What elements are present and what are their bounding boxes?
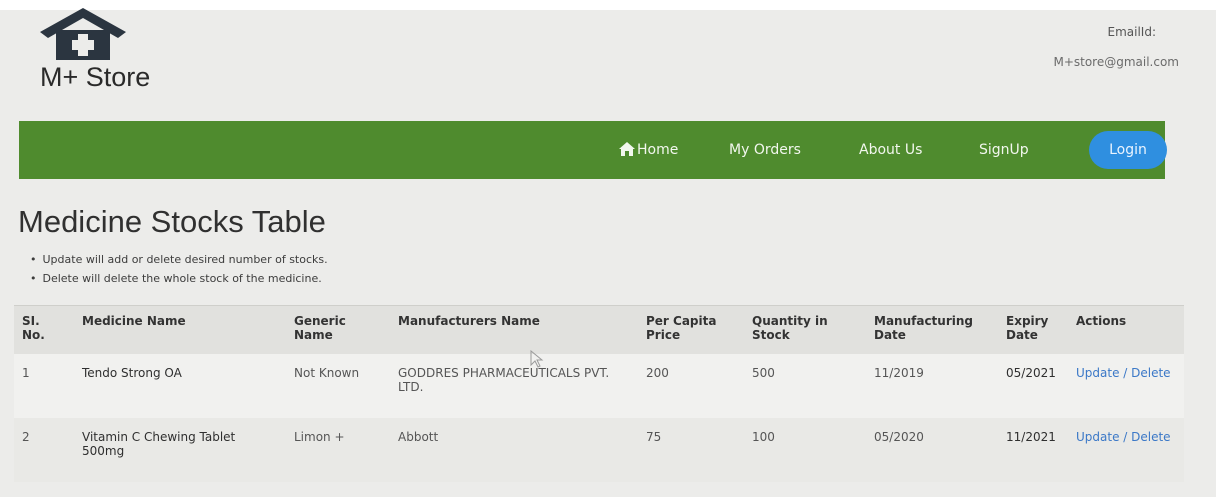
header-sl-no: SI. No.: [14, 305, 74, 354]
cell-actions: Update / Delete: [1068, 417, 1184, 482]
main-navbar: Home My Orders About Us SignUp Login: [19, 121, 1167, 179]
nav-about-us[interactable]: About Us: [859, 121, 922, 179]
header-generic-name: Generic Name: [286, 305, 390, 354]
update-delete-link[interactable]: Update / Delete: [1076, 430, 1171, 444]
email-value: M+store@gmail.com: [1053, 55, 1179, 69]
instructions-list: Update will add or delete desired number…: [30, 253, 328, 291]
header-quantity: Quantity in Stock: [744, 305, 866, 354]
brand-name: M+ Store: [40, 62, 151, 92]
header-price: Per Capita Price: [638, 305, 744, 354]
header-manufacturer: Manufacturers Name: [390, 305, 638, 354]
top-border: [0, 0, 1216, 10]
cell-price: 75: [638, 417, 744, 482]
header-expiry: Expiry Date: [998, 305, 1068, 354]
cell-expiry: 05/2021: [998, 353, 1068, 418]
header-actions: Actions: [1068, 305, 1184, 354]
table-row: 2 Vitamin C Chewing Tablet 500mg Limon +…: [14, 417, 1184, 482]
cell-quantity: 500: [744, 353, 866, 418]
cell-manufacturer: Abbott: [390, 417, 638, 482]
table-row: 1 Tendo Strong OA Not Known GODDRES PHAR…: [14, 353, 1184, 418]
nav-home[interactable]: Home: [619, 121, 678, 179]
cell-medicine-name: Vitamin C Chewing Tablet 500mg: [74, 417, 286, 482]
header-medicine-name: Medicine Name: [74, 305, 286, 354]
cell-expiry: 11/2021: [998, 417, 1068, 482]
cell-mfg-date: 05/2020: [866, 417, 998, 482]
cell-manufacturer: GODDRES PHARMACEUTICALS PVT. LTD.: [390, 353, 638, 418]
page-title: Medicine Stocks Table: [18, 204, 326, 239]
cell-quantity: 100: [744, 417, 866, 482]
cell-sl-no: 2: [14, 417, 74, 482]
home-icon: [619, 142, 635, 156]
nav-signup[interactable]: SignUp: [979, 121, 1029, 179]
cell-medicine-name: Tendo Strong OA: [74, 353, 286, 418]
instruction-update: Update will add or delete desired number…: [30, 253, 328, 266]
nav-home-label: Home: [637, 142, 679, 158]
nav-my-orders[interactable]: My Orders: [729, 121, 801, 179]
cell-generic-name: Limon +: [286, 417, 390, 482]
cell-price: 200: [638, 353, 744, 418]
header-mfg-date: Manufacturing Date: [866, 305, 998, 354]
login-button[interactable]: Login: [1089, 131, 1167, 169]
cell-mfg-date: 11/2019: [866, 353, 998, 418]
email-label: EmailId:: [1107, 25, 1157, 39]
cell-actions: Update / Delete: [1068, 353, 1184, 418]
table-header-row: SI. No. Medicine Name Generic Name Manuf…: [14, 305, 1184, 354]
medical-house-logo-icon: [40, 8, 126, 60]
cell-sl-no: 1: [14, 353, 74, 418]
mouse-cursor-icon: [530, 350, 544, 368]
cell-generic-name: Not Known: [286, 353, 390, 418]
instruction-delete: Delete will delete the whole stock of th…: [30, 272, 328, 285]
update-delete-link[interactable]: Update / Delete: [1076, 366, 1171, 380]
medicine-stocks-table: SI. No. Medicine Name Generic Name Manuf…: [14, 305, 1184, 497]
